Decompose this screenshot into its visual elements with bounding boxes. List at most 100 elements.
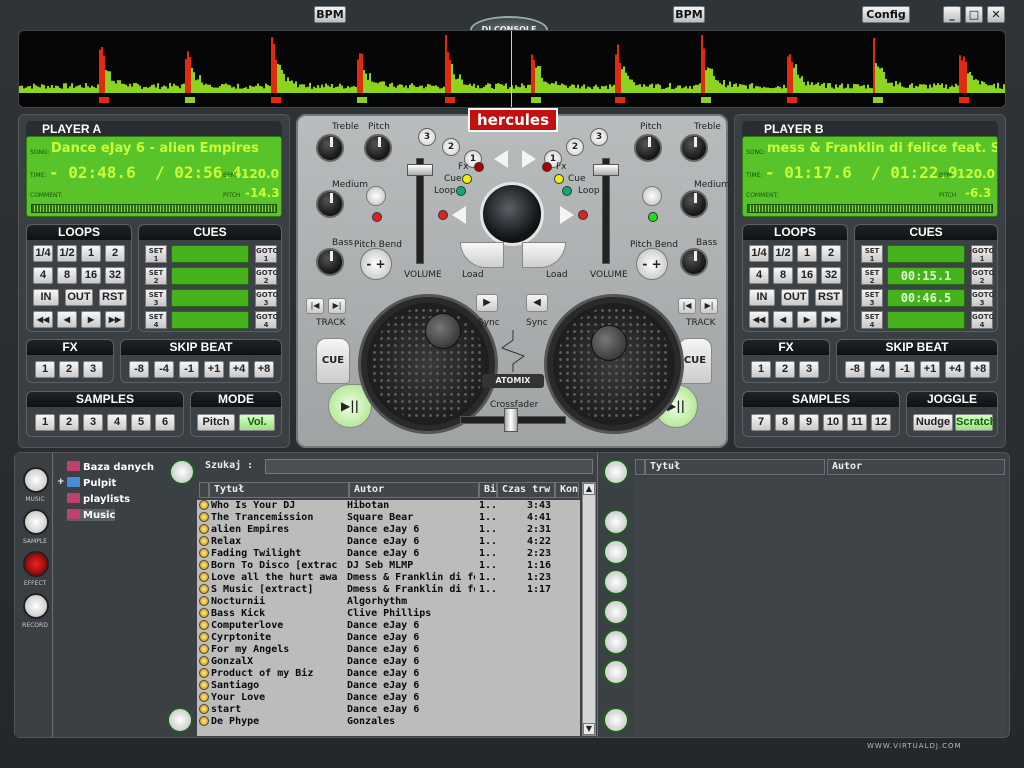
loop-b-2[interactable]: 2: [821, 245, 841, 262]
scroll-up-icon[interactable]: ▲: [583, 483, 595, 495]
joggle-scratch-button[interactable]: Scratch: [955, 414, 996, 431]
search-input[interactable]: [265, 459, 593, 474]
table-row[interactable]: alien Empires Dance eJay 6 1... 2:31: [197, 524, 580, 536]
sample-5-button[interactable]: 5: [131, 414, 151, 431]
loop-b-rst[interactable]: RST: [815, 289, 843, 306]
cue-b-goto-1[interactable]: GOTO 1: [971, 245, 994, 263]
column-title[interactable]: Tytuł: [209, 482, 349, 498]
table-row[interactable]: Cyrptonite Dance eJay 6: [197, 632, 580, 644]
medium-b-knob[interactable]: [680, 190, 708, 218]
sample-6-button[interactable]: 6: [155, 414, 175, 431]
volume-a-fader-cap[interactable]: [407, 164, 433, 176]
effect-icon[interactable]: [23, 551, 49, 577]
loop-b-2-button[interactable]: 2: [566, 138, 584, 156]
sample-3-button[interactable]: 3: [83, 414, 103, 431]
close-button[interactable]: ✕: [987, 6, 1005, 23]
cue-a-goto-4[interactable]: GOTO 4: [255, 311, 278, 329]
loop-b-8[interactable]: 8: [773, 267, 793, 284]
playlist-column-title[interactable]: Tytuł: [645, 459, 825, 475]
column-bitrate[interactable]: Bi: [479, 482, 497, 498]
skip-b-m1[interactable]: -1: [895, 361, 915, 378]
pitch-bend-a-button[interactable]: - +: [360, 248, 392, 280]
pitch-a-knob[interactable]: [364, 134, 392, 162]
column-select[interactable]: [199, 482, 209, 498]
playlist-area[interactable]: [635, 477, 1005, 735]
cue-b-set-4[interactable]: SET 4: [861, 311, 883, 329]
loop-a-1-4[interactable]: 1/4: [33, 245, 53, 262]
table-row[interactable]: Love all the hurt away (r... Dmess & Fran…: [197, 572, 580, 584]
cue-b-set-3[interactable]: SET 3: [861, 289, 883, 307]
browse-joystick[interactable]: [480, 182, 544, 246]
sample-4-button[interactable]: 4: [107, 414, 127, 431]
skip-b-p8[interactable]: +8: [970, 361, 990, 378]
sync-a-button[interactable]: ▶: [476, 294, 498, 312]
bass-b-knob[interactable]: [680, 248, 708, 276]
cue-a-set-2[interactable]: SET 2: [145, 267, 167, 285]
table-row[interactable]: Computerlove Dance eJay 6: [197, 620, 580, 632]
treble-a-knob[interactable]: [316, 134, 344, 162]
tree-item-pulpit[interactable]: Pulpit: [67, 477, 116, 489]
bass-a-knob[interactable]: [316, 248, 344, 276]
pitch-bend-minus[interactable]: -: [366, 257, 371, 271]
skip-a-m4[interactable]: -4: [154, 361, 174, 378]
table-row[interactable]: De Phype Gonzales: [197, 716, 580, 728]
volume-b-fader-cap[interactable]: [593, 164, 619, 176]
loop-a-2[interactable]: 2: [105, 245, 125, 262]
cue-a-goto-2[interactable]: GOTO 2: [255, 267, 278, 285]
loop-b-out[interactable]: OUT: [781, 289, 809, 306]
table-row[interactable]: Product of my Biz Dance eJay 6: [197, 668, 580, 680]
tree-expander[interactable]: +: [57, 477, 65, 487]
table-row[interactable]: Relax Dance eJay 6 1... 4:22: [197, 536, 580, 548]
sample-2-button[interactable]: 2: [59, 414, 79, 431]
loop-a-out[interactable]: OUT: [65, 289, 93, 306]
file-icon[interactable]: [603, 599, 629, 625]
table-row[interactable]: Who Is Your DJ Hibotan 1... 3:43: [197, 500, 580, 512]
headphone-b-button[interactable]: [642, 186, 662, 206]
pitch-bend-b-button[interactable]: - +: [636, 248, 668, 280]
loop-b-forward[interactable]: ▶: [797, 311, 817, 328]
sample-9-button[interactable]: 9: [799, 414, 819, 431]
waveform-display[interactable]: [18, 30, 1006, 108]
player-b-position-bar[interactable]: [747, 204, 993, 213]
skip-a-p1[interactable]: +1: [204, 361, 224, 378]
cd-icon[interactable]: [603, 539, 629, 565]
tree-item-playlists[interactable]: playlists: [67, 493, 130, 505]
player-a-position-bar[interactable]: [31, 204, 277, 213]
cue-a-goto-1[interactable]: GOTO 1: [255, 245, 278, 263]
sample-12-button[interactable]: 12: [871, 414, 891, 431]
crossfader-cap[interactable]: [504, 408, 518, 432]
loop-a-rewind[interactable]: ◀◀: [33, 311, 53, 328]
arrow-left-a-icon[interactable]: [494, 150, 508, 168]
table-row[interactable]: Bass Kick Clive Phillips: [197, 608, 580, 620]
loop-a-fastforward[interactable]: ▶▶: [105, 311, 125, 328]
cue-b-goto-3[interactable]: GOTO 3: [971, 289, 994, 307]
music-icon[interactable]: [23, 467, 49, 493]
pitch-bend-minus[interactable]: -: [642, 257, 647, 271]
tree-item-database[interactable]: Baza danych: [67, 461, 154, 473]
cue-b-set-2[interactable]: SET 2: [861, 267, 883, 285]
playlist-column-author[interactable]: Autor: [827, 459, 1005, 475]
mode-vol-button[interactable]: Vol.: [239, 414, 275, 431]
headphone-a-button[interactable]: [366, 186, 386, 206]
pitch-bend-plus[interactable]: +: [376, 257, 386, 271]
maximize-button[interactable]: □: [965, 6, 983, 23]
loop-a-16[interactable]: 16: [81, 267, 101, 284]
fx-b-2[interactable]: 2: [775, 361, 795, 378]
skip-b-p4[interactable]: +4: [945, 361, 965, 378]
sample-11-button[interactable]: 11: [847, 414, 867, 431]
loop-b-1-2[interactable]: 1/2: [773, 245, 793, 262]
loop-a-32[interactable]: 32: [105, 267, 125, 284]
loop-a-in[interactable]: IN: [33, 289, 59, 306]
table-row[interactable]: Santiago Dance eJay 6: [197, 680, 580, 692]
pitch-b-knob[interactable]: [634, 134, 662, 162]
loop-a-rst[interactable]: RST: [99, 289, 127, 306]
table-row[interactable]: Born To Disco [extract] DJ Seb MLMP 1... 1:…: [197, 560, 580, 572]
minimize-button[interactable]: _: [943, 6, 961, 23]
track-list-scrollbar[interactable]: ▲ ▼: [582, 482, 596, 736]
table-row[interactable]: Fading Twilight Dance eJay 6 1... 2:23: [197, 548, 580, 560]
table-row[interactable]: The Trancemission Square Bear 1... 4:41: [197, 512, 580, 524]
loop-b-back[interactable]: ◀: [773, 311, 793, 328]
config-button[interactable]: Config: [862, 6, 910, 23]
cue-a-goto-3[interactable]: GOTO 3: [255, 289, 278, 307]
cue-b-goto-4[interactable]: GOTO 4: [971, 311, 994, 329]
